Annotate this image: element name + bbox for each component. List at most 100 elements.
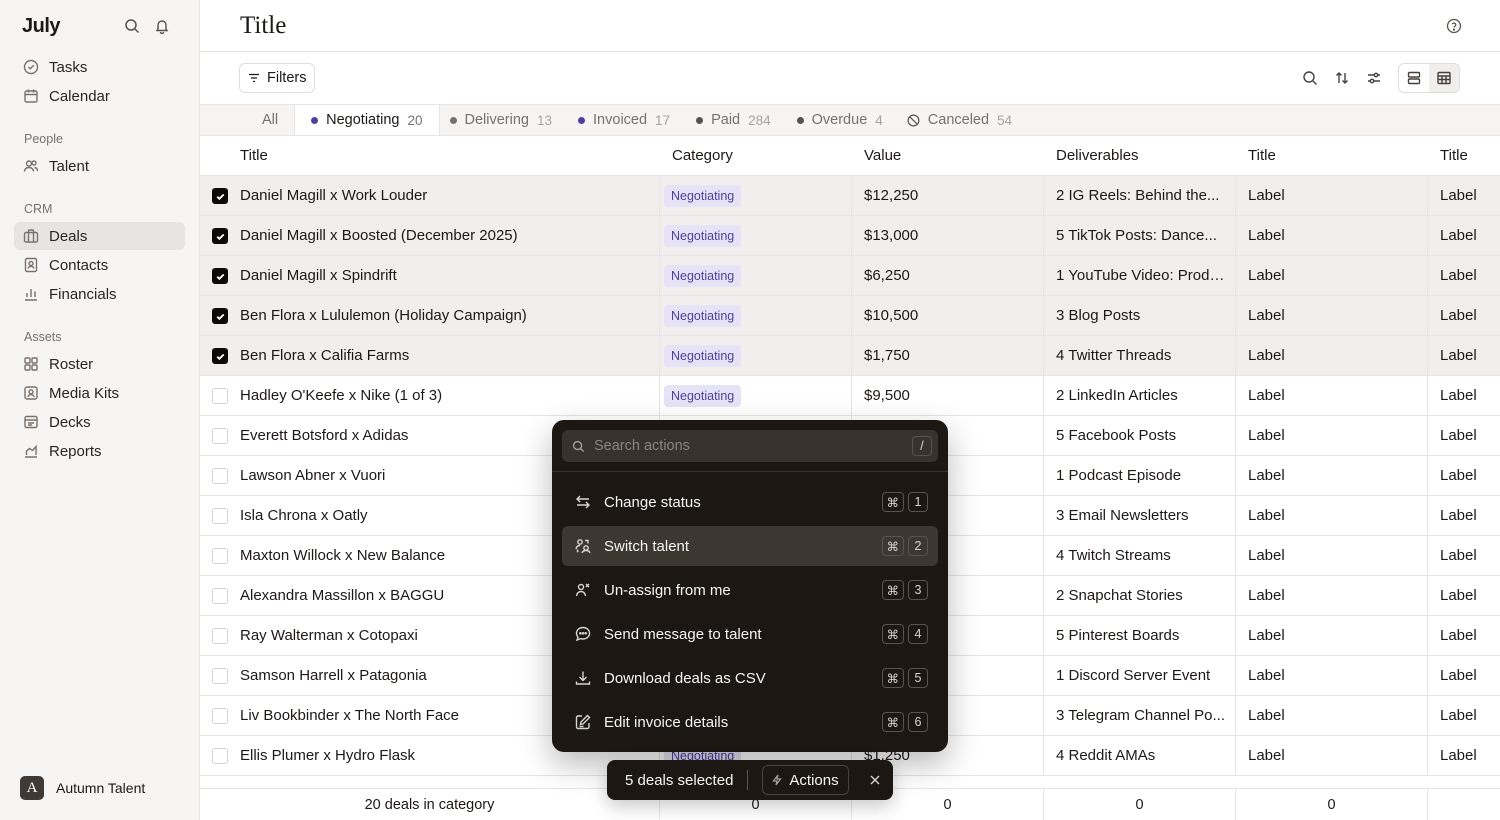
- sidebar-header: July: [0, 0, 199, 52]
- sidebar-item-media-kits[interactable]: Media Kits: [14, 379, 185, 407]
- row-checkbox[interactable]: [212, 228, 228, 244]
- list-view-icon[interactable]: [1399, 64, 1429, 92]
- deal-title[interactable]: Lawson Abner x Vuori: [240, 467, 385, 484]
- sidebar-item-contacts[interactable]: Contacts: [14, 251, 185, 279]
- deal-title[interactable]: Hadley O'Keefe x Nike (1 of 3): [240, 387, 442, 404]
- cell-deliverables: 1 YouTube Video: Produ...: [1044, 256, 1236, 295]
- row-checkbox[interactable]: [212, 548, 228, 564]
- sidebar-item-reports[interactable]: Reports: [14, 437, 185, 465]
- nav-group-people: People: [24, 132, 63, 146]
- column-header-deliverables[interactable]: Deliverables: [1044, 136, 1236, 175]
- sidebar-item-calendar[interactable]: Calendar: [14, 82, 185, 110]
- tab-canceled[interactable]: Canceled 54: [893, 105, 1022, 135]
- deal-title[interactable]: Ben Flora x Califia Farms: [240, 347, 409, 364]
- deal-title[interactable]: Maxton Willock x New Balance: [240, 547, 445, 564]
- table-search-icon[interactable]: [1294, 63, 1326, 93]
- row-checkbox[interactable]: [212, 188, 228, 204]
- deal-title[interactable]: Samson Harrell x Patagonia: [240, 667, 427, 684]
- action-label: Send message to talent: [604, 625, 762, 643]
- row-checkbox[interactable]: [212, 468, 228, 484]
- action-download-csv[interactable]: Download deals as CSV ⌘ 5: [562, 658, 938, 698]
- row-checkbox[interactable]: [212, 388, 228, 404]
- column-header-category[interactable]: Category: [660, 136, 852, 175]
- action-change-status[interactable]: Change status ⌘ 1: [562, 482, 938, 522]
- row-checkbox[interactable]: [212, 668, 228, 684]
- table-row[interactable]: Hadley O'Keefe x Nike (1 of 3) Negotiatin…: [200, 376, 1500, 416]
- row-checkbox[interactable]: [212, 748, 228, 764]
- deal-title[interactable]: Ben Flora x Lululemon (Holiday Campaign): [240, 307, 527, 324]
- action-edit-invoice[interactable]: Edit invoice details ⌘ 6: [562, 702, 938, 742]
- table-row[interactable]: Daniel Magill x Work Louder Negotiating $1…: [200, 176, 1500, 216]
- sidebar-item-tasks[interactable]: Tasks: [14, 53, 185, 81]
- column-header-title-2[interactable]: Title: [1236, 136, 1428, 175]
- help-icon[interactable]: [1446, 18, 1462, 34]
- action-send-message[interactable]: Send message to talent ⌘ 4: [562, 614, 938, 654]
- cell-category: Negotiating: [660, 176, 852, 215]
- search-icon[interactable]: [117, 11, 147, 41]
- tab-all[interactable]: All: [252, 105, 294, 135]
- bell-icon[interactable]: [147, 11, 177, 41]
- row-checkbox[interactable]: [212, 628, 228, 644]
- sort-icon[interactable]: [1326, 63, 1358, 93]
- app-logo[interactable]: July: [22, 15, 117, 38]
- deal-title[interactable]: Liv Bookbinder x The North Face: [240, 707, 459, 724]
- deal-title[interactable]: Daniel Magill x Boosted (December 2025): [240, 227, 518, 244]
- table-row[interactable]: Daniel Magill x Spindrift Negotiating $6,2…: [200, 256, 1500, 296]
- deliverables-text: 1 Discord Server Event: [1056, 667, 1211, 684]
- tab-negotiating[interactable]: Negotiating 20: [294, 105, 440, 135]
- check-icon: [216, 273, 224, 280]
- search-actions-input[interactable]: [594, 438, 903, 454]
- status-badge: Negotiating: [664, 184, 742, 207]
- sidebar-item-financials[interactable]: Financials: [14, 280, 185, 308]
- sidebar-item-decks[interactable]: Decks: [14, 408, 185, 436]
- deliverables-text: 2 LinkedIn Articles: [1056, 387, 1178, 404]
- deal-title[interactable]: Ellis Plumer x Hydro Flask: [240, 747, 415, 764]
- table-row[interactable]: Daniel Magill x Boosted (December 2025) N…: [200, 216, 1500, 256]
- cell-label: Label: [1236, 456, 1428, 495]
- kbd-key: 3: [908, 580, 928, 600]
- close-icon[interactable]: [865, 770, 885, 790]
- deal-title[interactable]: Isla Chrona x Oatly: [240, 507, 368, 524]
- contacts-icon: [24, 257, 38, 273]
- sidebar-item-deals[interactable]: Deals: [14, 222, 185, 250]
- filters-button[interactable]: Filters: [239, 63, 316, 93]
- action-switch-talent[interactable]: Switch talent ⌘ 2: [562, 526, 938, 566]
- tab-overdue[interactable]: Overdue 4: [781, 105, 893, 135]
- actions-button[interactable]: Actions: [762, 765, 849, 795]
- tab-delivering[interactable]: Delivering 13: [440, 105, 563, 135]
- deck-icon: [24, 415, 38, 429]
- row-checkbox[interactable]: [212, 588, 228, 604]
- column-header-value[interactable]: Value: [852, 136, 1044, 175]
- column-header-title-3[interactable]: Title: [1428, 136, 1500, 175]
- row-checkbox[interactable]: [212, 708, 228, 724]
- sidebar-item-talent[interactable]: Talent: [14, 152, 185, 180]
- table-row[interactable]: Ben Flora x Lululemon (Holiday Campaign)…: [200, 296, 1500, 336]
- cell-title: Ben Flora x Lululemon (Holiday Campaign): [200, 296, 660, 335]
- tab-invoiced[interactable]: Invoiced 17: [562, 105, 680, 135]
- row-checkbox[interactable]: [212, 268, 228, 284]
- user-profile[interactable]: A Autumn Talent: [20, 776, 145, 800]
- cell-label: Label: [1440, 507, 1477, 524]
- deal-title[interactable]: Daniel Magill x Spindrift: [240, 267, 397, 284]
- action-unassign[interactable]: Un-assign from me ⌘ 3: [562, 570, 938, 610]
- cell-title: Hadley O'Keefe x Nike (1 of 3): [200, 376, 660, 415]
- deal-title[interactable]: Daniel Magill x Work Louder: [240, 187, 427, 204]
- cell-label: Label: [1440, 707, 1477, 724]
- cell-value: $9,500: [852, 376, 1044, 415]
- column-header-title[interactable]: Title: [200, 136, 660, 175]
- filter-lines-icon: [249, 73, 259, 83]
- row-checkbox[interactable]: [212, 308, 228, 324]
- row-checkbox[interactable]: [212, 428, 228, 444]
- row-checkbox[interactable]: [212, 348, 228, 364]
- settings-sliders-icon[interactable]: [1358, 63, 1390, 93]
- deal-title[interactable]: Alexandra Massillon x BAGGU: [240, 587, 444, 604]
- tab-paid[interactable]: Paid 284: [680, 105, 781, 135]
- sidebar-item-roster[interactable]: Roster: [14, 350, 185, 378]
- row-checkbox[interactable]: [212, 508, 228, 524]
- divider: [552, 471, 948, 472]
- table-view-icon[interactable]: [1429, 64, 1459, 92]
- deal-title[interactable]: Everett Botsford x Adidas: [240, 427, 408, 444]
- table-row[interactable]: Ben Flora x Califia Farms Negotiating $1,7…: [200, 336, 1500, 376]
- cell-deliverables: 5 Facebook Posts: [1044, 416, 1236, 455]
- deal-title[interactable]: Ray Walterman x Cotopaxi: [240, 627, 418, 644]
